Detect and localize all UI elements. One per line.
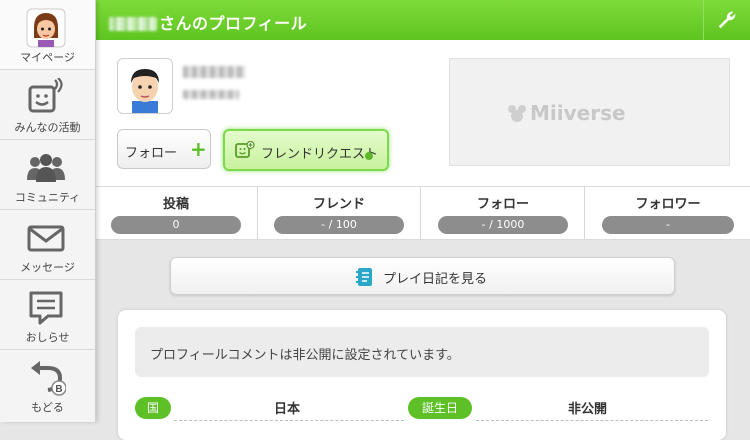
stat-following[interactable]: フォロー - / 1000 [422, 187, 585, 239]
birthday-label: 誕生日 [408, 397, 472, 419]
redacted-nickname [183, 66, 245, 78]
pointer-cursor [365, 152, 373, 160]
miiverse-logo-icon [508, 105, 526, 122]
follow-button[interactable]: フォロー + [117, 129, 211, 169]
play-diary-button[interactable]: プレイ日記を見る [170, 257, 675, 295]
miiverse-logo: Miiverse [530, 101, 626, 125]
speech-bubble-icon [29, 291, 63, 325]
follow-label: フォロー [125, 146, 178, 161]
profile-section: フォロー + フレンドリクエスト Miiverse [95, 40, 750, 186]
sidebar-item-mypage[interactable]: マイページ [0, 0, 95, 70]
divider [174, 420, 404, 421]
sidebar: マイページ みんなの活動 コミュニティ メッセージ おしらせ B もどる [0, 0, 96, 422]
divider [476, 420, 708, 421]
stat-label: フォロー [476, 197, 529, 212]
sidebar-item-back[interactable]: B もどる [0, 350, 95, 420]
b-button-hint: B [55, 384, 62, 395]
sidebar-item-community[interactable]: コミュニティ [0, 140, 95, 210]
profile-comment: プロフィールコメントは非公開に設定されています。 [150, 348, 460, 363]
country-label: 国 [135, 397, 171, 419]
birthday-value: 非公開 [568, 402, 608, 417]
stats-bar: 投稿 0 フレンド - / 100 フォロー - / 1000 フォロワー - [95, 186, 750, 240]
friend-request-icon [235, 141, 255, 158]
avatar[interactable] [117, 58, 173, 114]
sidebar-item-label: メッセージ [20, 261, 75, 274]
sidebar-item-messages[interactable]: メッセージ [0, 210, 95, 280]
friend-request-button[interactable]: フレンドリクエスト [223, 129, 389, 171]
back-arrow-icon: B [31, 361, 66, 396]
activity-feed-icon [28, 78, 63, 113]
diary-icon [356, 268, 372, 286]
friend-request-label: フレンドリクエスト [261, 147, 379, 162]
settings-button[interactable] [703, 0, 750, 40]
plus-icon: + [190, 137, 207, 161]
profile-comment-box: プロフィールコメントは非公開に設定されています。 [135, 327, 709, 377]
redacted-user-id [183, 90, 239, 99]
page-title: さんのプロフィール [109, 10, 307, 34]
sidebar-item-label: コミュニティ [14, 191, 81, 204]
profile-info-card: プロフィールコメントは非公開に設定されています。 国 日本 誕生日 非公開 [118, 310, 726, 440]
stat-friends[interactable]: フレンド - / 100 [258, 187, 421, 239]
stat-value: 0 [111, 216, 241, 234]
stat-value: - [602, 216, 734, 234]
sidebar-item-label: おしらせ [25, 331, 70, 344]
stat-posts[interactable]: 投稿 0 [95, 187, 258, 239]
mii-face-icon [26, 8, 66, 48]
envelope-icon [27, 225, 65, 252]
sidebar-item-news[interactable]: おしらせ [0, 280, 95, 350]
sidebar-item-activity[interactable]: みんなの活動 [0, 70, 95, 140]
redacted-username [109, 17, 157, 31]
sidebar-item-label: もどる [31, 401, 64, 414]
sidebar-item-label: みんなの活動 [14, 121, 81, 134]
play-diary-label: プレイ日記を見る [383, 272, 488, 287]
community-people-icon [27, 154, 65, 182]
stat-label: フレンド [312, 197, 365, 212]
wrench-icon [718, 11, 736, 29]
user-mii-icon [131, 69, 159, 113]
header-bar: さんのプロフィール [95, 0, 750, 40]
stat-label: 投稿 [162, 197, 189, 212]
miiverse-banner: Miiverse [449, 58, 730, 166]
stat-followers[interactable]: フォロワー - [586, 187, 750, 239]
stat-value: - / 1000 [438, 216, 568, 234]
stat-value: - / 100 [274, 216, 404, 234]
sidebar-item-label: マイページ [20, 51, 75, 64]
country-value: 日本 [274, 402, 301, 417]
stat-label: フォロワー [635, 197, 701, 212]
